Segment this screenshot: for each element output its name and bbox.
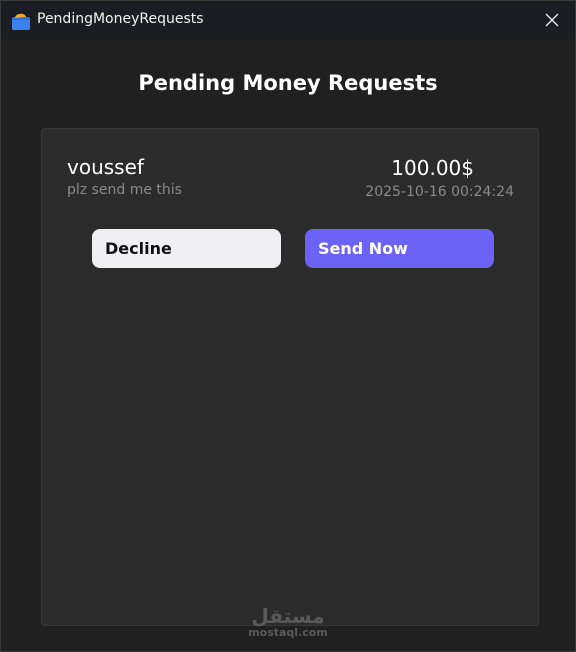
request-note: plz send me this	[67, 182, 182, 198]
close-button[interactable]	[537, 5, 567, 35]
watermark-arabic: مستقل	[251, 604, 325, 628]
requester-name: voussef	[67, 155, 144, 179]
window-title: PendingMoneyRequests	[37, 11, 204, 27]
request-amount: 100.00$	[391, 156, 474, 180]
title-bar: PendingMoneyRequests	[1, 1, 575, 39]
close-icon	[545, 13, 559, 27]
send-now-button[interactable]: Send Now	[305, 229, 494, 268]
request-card: voussef plz send me this 100.00$ 2025-10…	[41, 128, 539, 626]
decline-button[interactable]: Decline	[92, 229, 281, 268]
page-title: Pending Money Requests	[138, 71, 438, 95]
app-window: PendingMoneyRequests Pending Money Reque…	[0, 0, 576, 652]
request-datetime: 2025-10-16 00:24:24	[365, 184, 514, 200]
watermark-latin: mostaql.com	[248, 626, 328, 639]
wallet-icon	[11, 11, 31, 31]
watermark-logo: مستقل mostaql.com	[1, 604, 575, 639]
